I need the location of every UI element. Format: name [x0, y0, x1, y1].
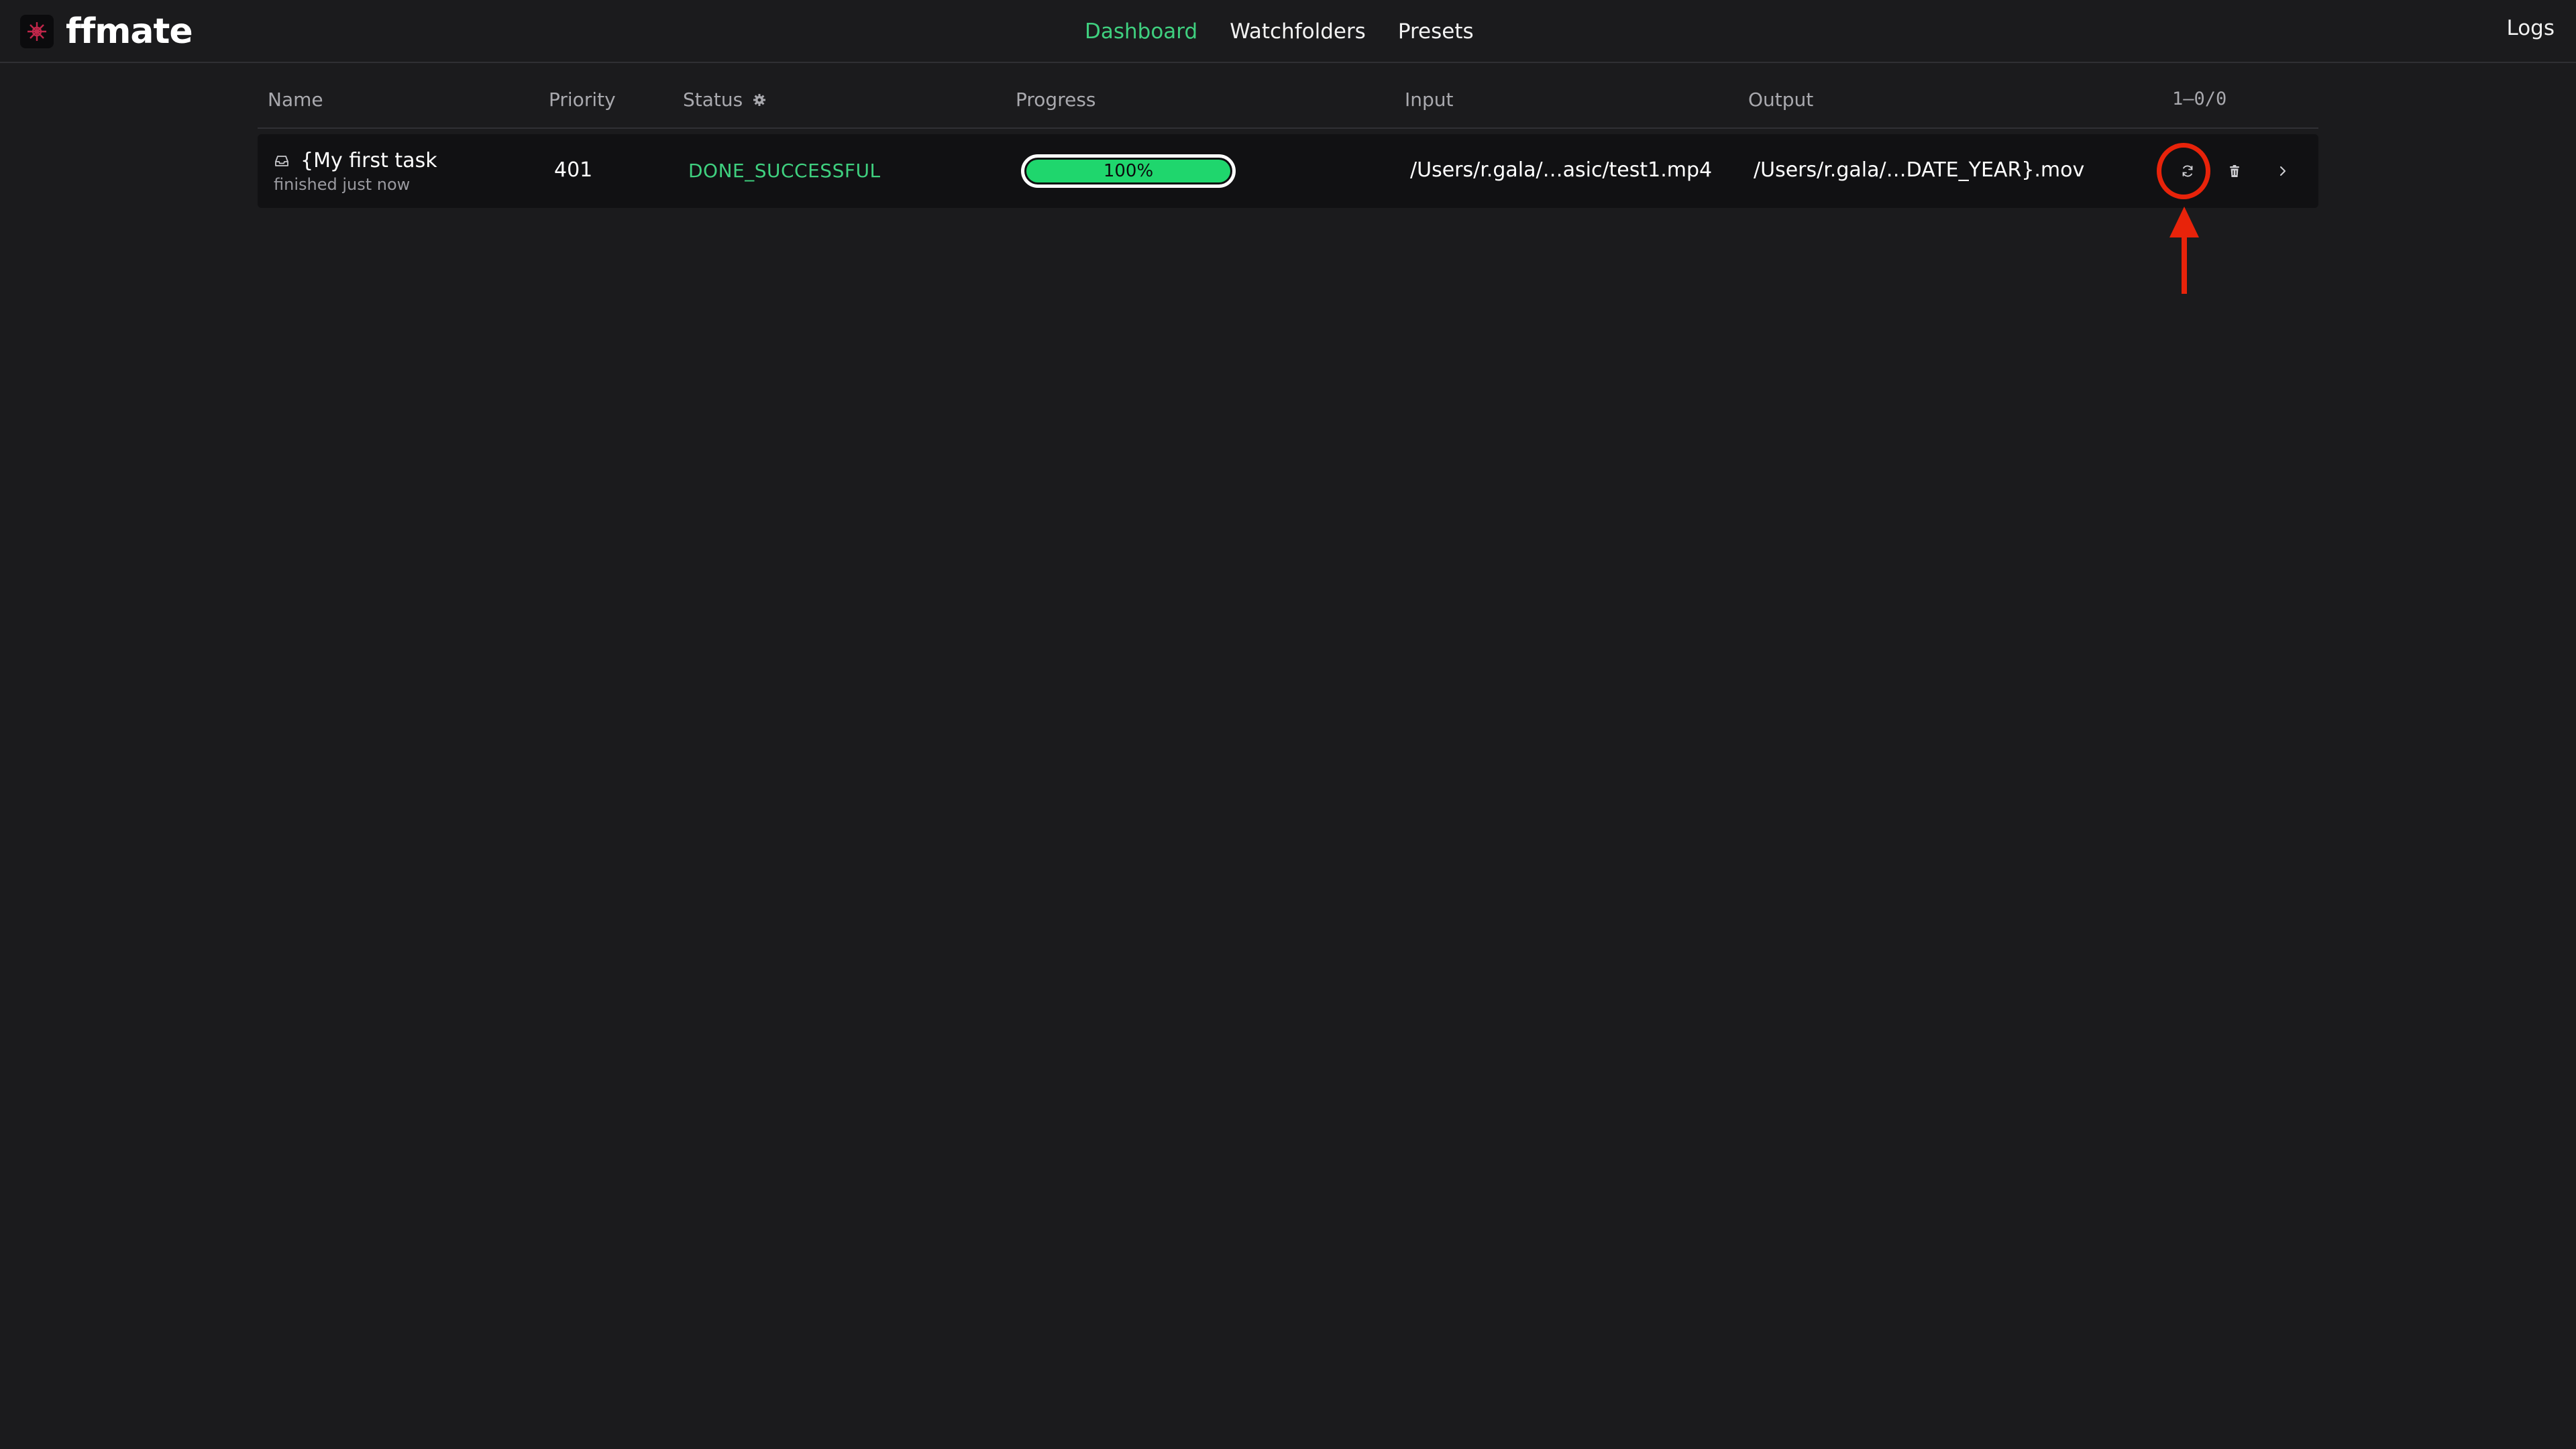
- status-badge: DONE_SUCCESSFUL: [688, 160, 881, 182]
- trash-icon: [2230, 165, 2239, 177]
- app-name: ffmate: [66, 11, 193, 52]
- annotation-highlight-circle: [2157, 143, 2210, 199]
- task-output-path: /Users/r.gala/…DATE_YEAR}.mov: [1754, 158, 2085, 182]
- table-row[interactable]: {My first task finished just now 401 DON…: [258, 134, 2318, 208]
- column-header-status-label: Status: [683, 89, 743, 111]
- task-name: {My first task: [301, 149, 437, 172]
- nav-logs[interactable]: Logs: [2506, 16, 2555, 40]
- nav-dashboard[interactable]: Dashboard: [1085, 19, 1197, 44]
- gear-icon[interactable]: [752, 93, 767, 107]
- progress-track: 100%: [1021, 154, 1236, 188]
- task-priority: 401: [554, 158, 593, 182]
- task-finished-time: finished just now: [274, 175, 411, 194]
- table-header: Name Priority Status Progress Input Outp…: [258, 80, 2318, 129]
- ffmate-logo-icon: [20, 15, 54, 48]
- nav-watchfolders[interactable]: Watchfolders: [1230, 19, 1366, 44]
- app-logo[interactable]: ffmate: [20, 14, 193, 49]
- open-task-button[interactable]: [2269, 157, 2297, 185]
- column-header-input: Input: [1405, 89, 1454, 111]
- pagination-info: 1–0/0: [2172, 89, 2227, 109]
- progress-label: 100%: [1103, 161, 1154, 181]
- tasks-table: Name Priority Status Progress Input Outp…: [258, 80, 2318, 208]
- annotation-arrow-icon: [2169, 207, 2199, 294]
- task-name-cell: {My first task finished just now: [274, 149, 437, 194]
- progress-bar: 100%: [1021, 154, 1236, 188]
- task-input-path: /Users/r.gala/…asic/test1.mp4: [1410, 158, 1713, 182]
- delete-button[interactable]: [2220, 157, 2249, 185]
- nav-presets[interactable]: Presets: [1398, 19, 1474, 44]
- column-header-name: Name: [268, 89, 323, 111]
- main-nav: Dashboard Watchfolders Presets: [1085, 16, 1474, 47]
- column-header-progress: Progress: [1016, 89, 1096, 111]
- chevron-right-icon: [2280, 166, 2286, 176]
- column-header-output: Output: [1748, 89, 1814, 111]
- inbox-icon: [274, 153, 290, 169]
- column-header-priority: Priority: [549, 89, 616, 111]
- top-nav-bar: ffmate Dashboard Watchfolders Presets Lo…: [0, 0, 2576, 63]
- column-header-status: Status: [683, 89, 767, 111]
